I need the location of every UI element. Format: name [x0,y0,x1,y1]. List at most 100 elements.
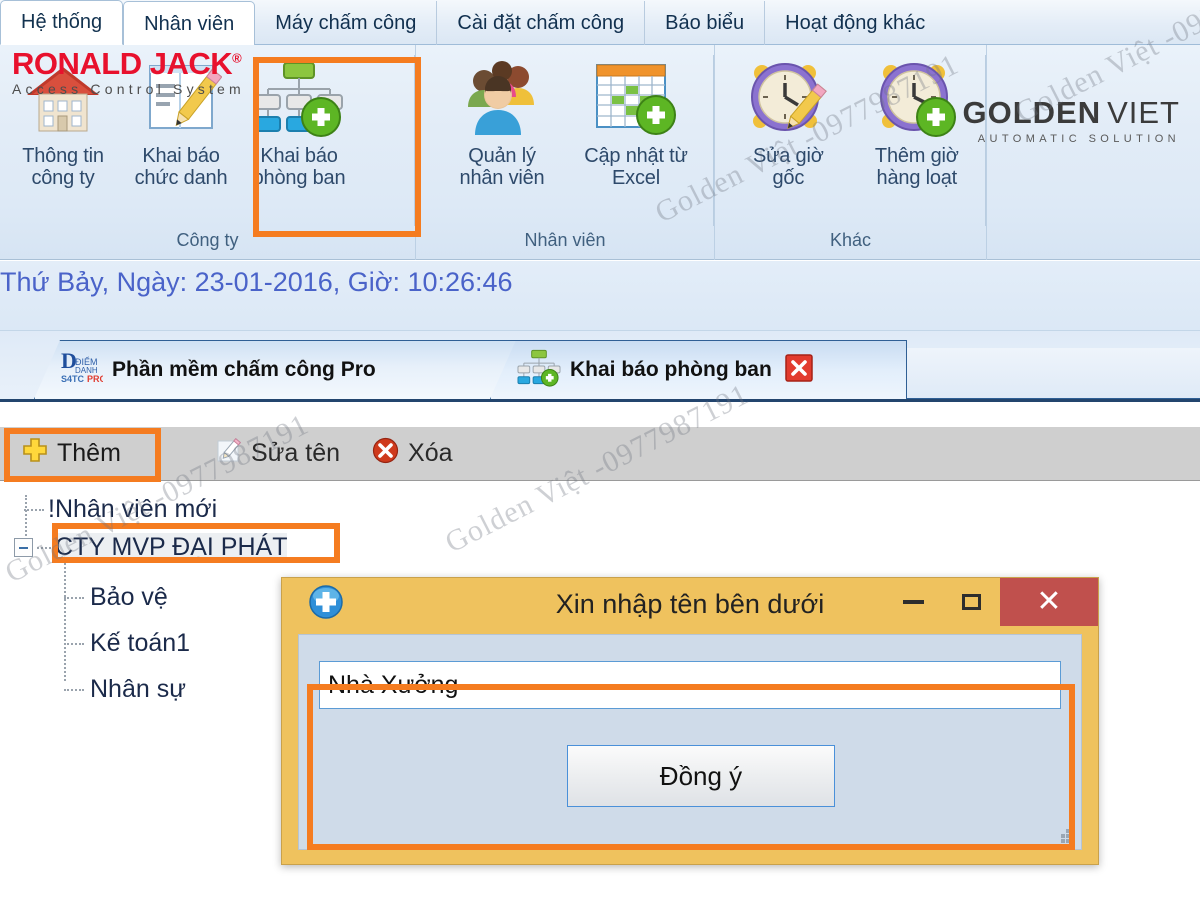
ribbon-button-sua-gio-goc[interactable]: Sửa giờ gốc [729,53,848,190]
label-line1: Quản lý [468,145,536,167]
delete-button-label: Xóa [408,439,453,467]
menu-tab-cai-dat-cham-cong[interactable]: Cài đặt chấm công [437,1,646,45]
label-line2: Excel [612,167,660,190]
rename-button-label: Sửa tên [251,439,341,467]
menu-tab-bao-bieu[interactable]: Báo biểu [645,1,766,45]
resize-grip[interactable] [1061,829,1075,843]
label-line1: Sửa giờ [752,145,824,167]
maximize-button[interactable] [942,578,1000,626]
clock-pencil-icon [745,53,831,145]
ribbon-group-khac: Sửa giờ gốc Thêm giờ hàng loạt Khác [714,45,986,260]
label-line1: Cập nhật từ [584,145,688,167]
svg-text:S4TC: S4TC [61,374,85,384]
ribbon-group-branding [986,45,1200,260]
tree-item-ke-toan1[interactable]: Kế toán1 [64,629,190,658]
ribbon-button-quan-ly-nhan-vien[interactable]: Quản lý nhân viên [438,53,566,190]
label-line1: Khai báo [142,145,220,167]
menu-tab-list: Hệ thống Nhân viên Máy chấm công Cài đặt… [0,0,1200,45]
menu-tab-he-thong[interactable]: Hệ thống [0,0,124,45]
tree-item-label: Bảo vệ [90,583,168,611]
tree-connector-line [37,546,51,549]
users-group-icon [458,53,546,145]
window-controls: ✕ [884,578,1098,626]
tree-expander-collapse-icon[interactable] [14,538,33,557]
spreadsheet-add-icon [591,53,681,145]
label-line2: hàng loạt [876,167,958,190]
ribbon-button-them-gio-hang-loat[interactable]: Thêm giờ hàng loạt [848,53,986,190]
add-button-label: Thêm [57,439,121,467]
menu-tab-nhan-vien[interactable]: Nhân viên [123,1,256,45]
label-line1: Thêm giờ [874,145,959,167]
ribbon-button-label: Khai báo phòng ban [253,145,346,190]
label-line2: công ty [31,167,95,190]
close-icon[interactable] [785,353,813,387]
org-chart-add-icon [254,53,344,145]
tree-item-nhan-vien-moi[interactable]: !Nhân viên mới [24,495,217,524]
tree-connector-line [24,508,44,511]
tree-item-label: Nhân sự [90,675,186,703]
tree-connector-line [64,688,84,691]
tree-item-nhan-su[interactable]: Nhân sự [64,675,186,704]
department-name-input[interactable] [319,661,1061,709]
ribbon-group-label: Công ty [176,230,239,250]
input-name-dialog: Xin nhập tên bên dưới ✕ Đồng ý [281,577,1099,865]
status-date-bar: Thứ Bảy, Ngày: 23-01-2016, Giờ: 10:26:46 [0,261,1200,331]
menu-tab-hoat-dong-khac[interactable]: Hoạt động khác [765,1,945,45]
tree-action-toolbar: Thêm Sửa tên Xóa [0,427,1200,481]
house-icon [23,53,103,145]
tree-item-label: Kế toán1 [90,629,191,657]
document-tab-khai-bao-phong-ban[interactable]: Khai báo phòng ban [490,340,907,399]
tree-item-label: !Nhân viên mới [48,495,218,523]
ribbon-toolbar: Thông tin công ty Khai báo chức danh Kha… [0,45,1200,260]
svg-text:PRO: PRO [87,374,103,384]
tree-item-cty-mvp-dai-phat[interactable]: CTY MVP ĐẠI PHÁT [14,533,288,562]
rename-department-button[interactable]: Sửa tên [200,427,356,481]
close-icon: ✕ [1036,585,1062,618]
dialog-title-bar: Xin nhập tên bên dưới ✕ [282,578,1098,630]
plus-icon [22,437,48,470]
main-menu-bar: Hệ thống Nhân viên Máy chấm công Cài đặt… [0,0,1200,45]
minimize-button[interactable] [884,578,942,626]
ribbon-group-label: Nhân viên [524,230,606,250]
ribbon-button-khai-bao-chuc-danh[interactable]: Khai báo chức danh [122,53,240,190]
document-tab-label: Khai báo phòng ban [570,358,772,381]
menu-tab-label: Máy chấm công [275,12,417,34]
confirm-button[interactable]: Đồng ý [567,745,835,807]
delete-department-button[interactable]: Xóa [356,427,468,481]
pencil-icon [216,437,242,470]
ribbon-button-cap-nhat-tu-excel[interactable]: Cập nhật từ Excel [566,53,706,190]
menu-tab-may-cham-cong[interactable]: Máy chấm công [255,1,438,45]
maximize-icon [961,594,981,610]
menu-tab-label: Nhân viên [144,13,235,35]
ribbon-button-thong-tin-cong-ty[interactable]: Thông tin công ty [4,53,122,190]
tree-connector-line [64,555,66,681]
document-tab-label: Phần mềm chấm công Pro [112,358,376,381]
label-line1: Thông tin [22,145,104,167]
menu-tab-label: Cài đặt chấm công [457,12,625,34]
org-chart-add-icon [517,348,561,393]
tree-item-bao-ve[interactable]: Bảo vệ [64,583,168,612]
tree-connector-line [64,596,84,599]
document-tab-phan-mem-cham-cong[interactable]: D ĐIỂM DANH S4TC PRO Phần mềm chấm công … [34,340,531,399]
tab-strip-filler [864,348,1200,399]
ribbon-button-label: Cập nhật từ Excel [584,145,688,190]
menu-tab-label: Hệ thống [21,11,103,33]
minimize-icon [902,600,924,604]
ribbon-button-label: Thêm giờ hàng loạt [875,145,959,190]
label-line1: Khai báo [260,145,338,167]
label-line2: chức danh [134,167,228,190]
ribbon-group-cong-ty: Thông tin công ty Khai báo chức danh Kha… [0,45,415,260]
menu-tab-label: Báo biểu [665,12,745,34]
label-line2: nhân viên [459,167,545,190]
add-department-button[interactable]: Thêm [0,427,200,481]
tree-connector-line [64,642,84,645]
dialog-body: Đồng ý [298,634,1082,850]
ribbon-button-label: Quản lý nhân viên [460,145,545,190]
close-button[interactable]: ✕ [1000,578,1098,626]
document-tab-strip: D ĐIỂM DANH S4TC PRO Phần mềm chấm công … [0,331,1200,402]
tree-item-label: CTY MVP ĐẠI PHÁT [55,533,288,562]
current-datetime: Thứ Bảy, Ngày: 23-01-2016, Giờ: 10:26:46 [0,267,513,297]
app-logo-icon: D ĐIỂM DANH S4TC PRO [61,348,107,393]
ribbon-button-khai-bao-phong-ban[interactable]: Khai báo phòng ban [240,53,358,190]
document-pencil-icon [140,53,222,145]
